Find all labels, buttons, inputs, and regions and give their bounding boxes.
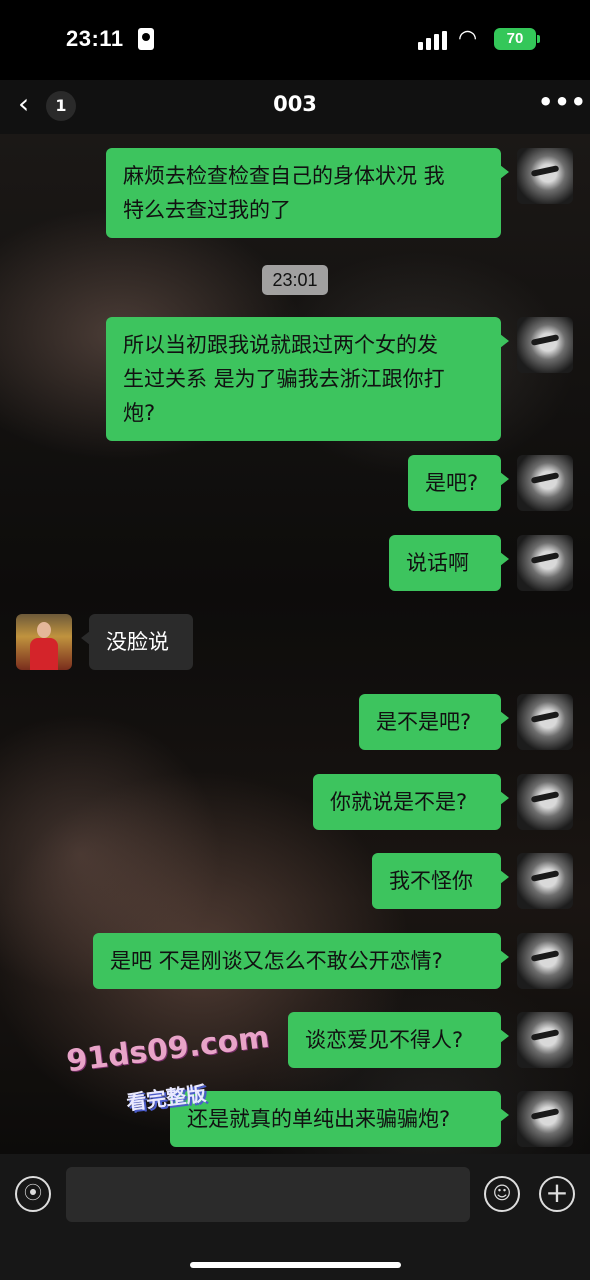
emoji-icon[interactable]: ☺: [484, 1176, 520, 1212]
chat-title: 003: [273, 92, 317, 116]
message-bubble-outgoing[interactable]: 谈恋爱见不得人?: [288, 1012, 509, 1068]
battery-icon: 70: [494, 28, 536, 50]
status-time: 23:11: [66, 26, 124, 51]
chat-header: ‹ 1 003 •••: [0, 80, 590, 134]
message-line: 所以当初跟我说就跟过两个女的发: [123, 333, 438, 357]
contact-card-icon: [138, 28, 154, 50]
cellular-signal-icon: [418, 31, 447, 50]
message-bubble-incoming[interactable]: 没脸说: [81, 614, 193, 670]
message-line: 特么去查过我的了: [123, 198, 291, 222]
avatar[interactable]: [517, 853, 573, 909]
message-bubble-outgoing[interactable]: 还是就真的单纯出来骗骗炮?: [170, 1091, 509, 1147]
message-bubble-outgoing[interactable]: 所以当初跟我说就跟过两个女的发 生过关系 是为了骗我去浙江跟你打 炮?: [106, 317, 509, 441]
message-bubble-outgoing[interactable]: 是吧?: [408, 455, 509, 511]
message-input-bar: ⦿ ☺ +: [0, 1154, 590, 1280]
message-timestamp: 23:01: [262, 265, 328, 295]
avatar[interactable]: [517, 933, 573, 989]
avatar[interactable]: [517, 148, 573, 204]
message-input[interactable]: [66, 1167, 470, 1222]
avatar[interactable]: [517, 1012, 573, 1068]
message-bubble-outgoing[interactable]: 麻烦去检查检查自己的身体状况 我 特么去查过我的了: [106, 148, 509, 238]
plus-icon[interactable]: +: [539, 1176, 575, 1212]
message-bubble-outgoing[interactable]: 我不怪你: [372, 853, 509, 909]
avatar[interactable]: [517, 317, 573, 373]
home-indicator: [190, 1262, 401, 1268]
message-bubble-outgoing[interactable]: 说话啊: [389, 535, 509, 591]
more-dots-icon[interactable]: •••: [538, 88, 587, 116]
battery-tip: [537, 35, 540, 43]
avatar[interactable]: [517, 535, 573, 591]
message-bubble-outgoing[interactable]: 是不是吧?: [359, 694, 509, 750]
avatar[interactable]: [517, 694, 573, 750]
avatar[interactable]: [517, 1091, 573, 1147]
message-line: 麻烦去检查检查自己的身体状况 我: [123, 164, 445, 188]
wifi-icon: ◠: [458, 26, 478, 51]
message-line: 炮?: [123, 401, 156, 425]
status-bar: 23:11 ◠ 70: [0, 0, 590, 80]
message-bubble-outgoing[interactable]: 你就说是不是?: [313, 774, 509, 830]
avatar-figure-head: [37, 622, 51, 638]
avatar[interactable]: [16, 614, 72, 670]
avatar-figure-body: [30, 638, 58, 670]
avatar[interactable]: [517, 774, 573, 830]
message-bubble-outgoing[interactable]: 是吧 不是刚谈又怎么不敢公开恋情?: [93, 933, 509, 989]
message-line: 生过关系 是为了骗我去浙江跟你打: [123, 367, 445, 391]
avatar[interactable]: [517, 455, 573, 511]
voice-icon[interactable]: ⦿: [15, 1176, 51, 1212]
